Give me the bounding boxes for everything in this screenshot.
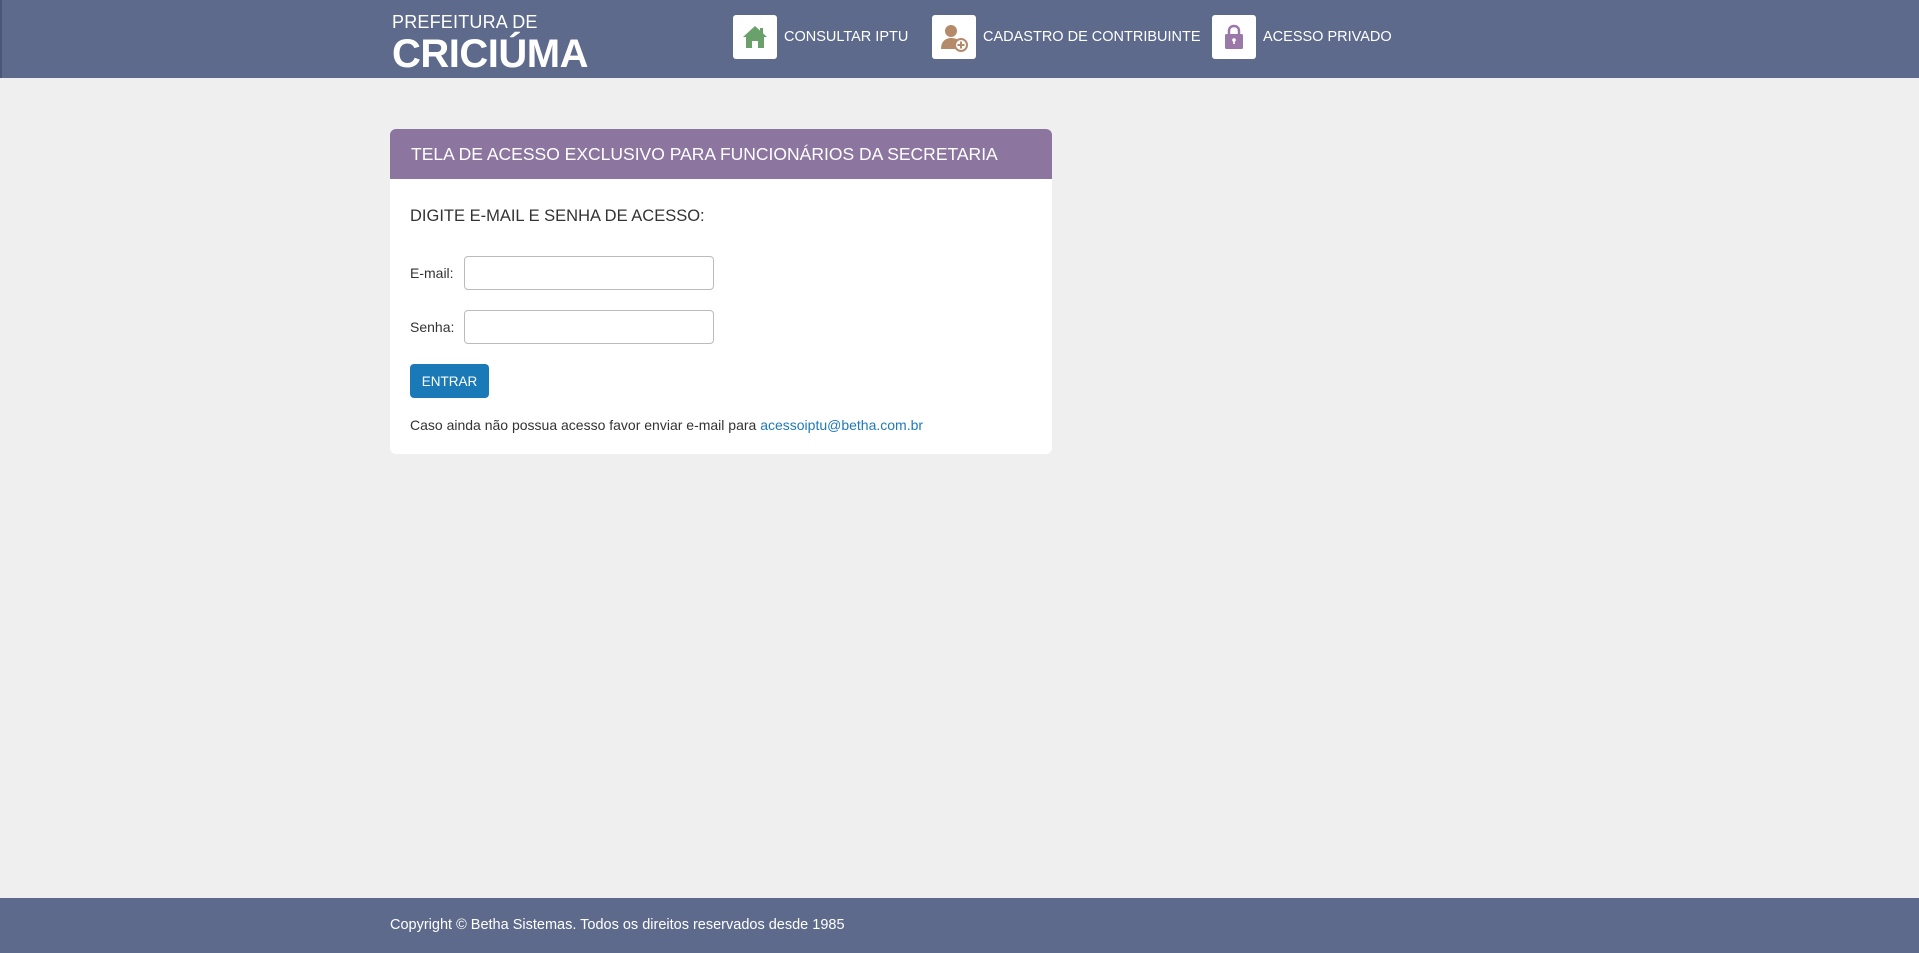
nav-label: CADASTRO DE CONTRIBUINTE [983, 29, 1201, 45]
brand-title: CRICIÚMA [392, 32, 588, 76]
email-label: E-mail: [410, 265, 454, 281]
nav-consultar-iptu[interactable]: CONSULTAR IPTU [733, 15, 908, 59]
access-note-text: Caso ainda não possua acesso favor envia… [410, 417, 757, 433]
padlock-icon [1212, 15, 1256, 59]
form-instructions: DIGITE E-MAIL E SENHA DE ACESSO: [410, 207, 705, 225]
house-icon [733, 15, 777, 59]
contact-email-link[interactable]: acessoiptu@betha.com.br [760, 417, 923, 433]
entrar-button[interactable]: ENTRAR [410, 364, 489, 398]
brand-logo[interactable]: PREFEITURA DE CRICIÚMA [392, 12, 588, 74]
nav-acesso-privado[interactable]: ACESSO PRIVADO [1212, 15, 1392, 59]
nav-cadastro-contribuinte[interactable]: CADASTRO DE CONTRIBUINTE [932, 15, 1201, 59]
panel-title: TELA DE ACESSO EXCLUSIVO PARA FUNCIONÁRI… [390, 129, 1052, 179]
brand-subtitle: PREFEITURA DE [392, 12, 538, 32]
nav-label: ACESSO PRIVADO [1263, 29, 1392, 45]
password-field[interactable] [464, 310, 714, 344]
senha-label: Senha: [410, 319, 455, 335]
nav-label: CONSULTAR IPTU [784, 29, 909, 45]
user-add-icon [932, 15, 976, 59]
access-note: Caso ainda não possua acesso favor envia… [410, 417, 923, 433]
email-field[interactable] [464, 256, 714, 290]
page-footer: Copyright © Betha Sistemas. Todos os dir… [0, 898, 1919, 953]
copyright-text: Copyright © Betha Sistemas. Todos os dir… [390, 917, 845, 933]
top-header: PREFEITURA DE CRICIÚMA CONSULTAR IPTU CA… [0, 0, 1919, 78]
login-panel: TELA DE ACESSO EXCLUSIVO PARA FUNCIONÁRI… [390, 129, 1052, 454]
